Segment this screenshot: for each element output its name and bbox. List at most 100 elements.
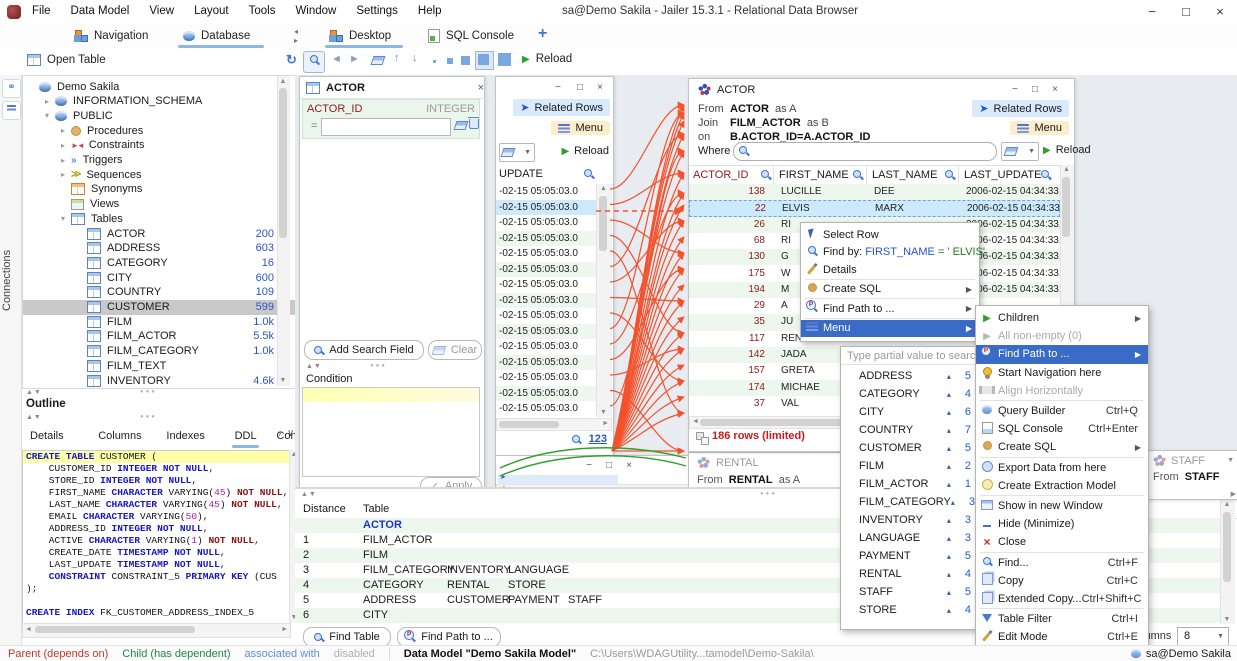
tables-popup-item-staff[interactable]: STAFF▴5 bbox=[841, 583, 977, 601]
panel-splitter-arrows[interactable]: ▲▼ bbox=[306, 363, 322, 370]
staff-titlebar[interactable]: STAFF▼ bbox=[1146, 451, 1237, 467]
menu-item-select-row[interactable]: Select Row bbox=[801, 226, 979, 244]
timestamp-row[interactable]: -02-15 05:05:03.0 bbox=[496, 324, 596, 340]
tab-desktop[interactable]: Desktop bbox=[330, 26, 391, 46]
timestamp-row[interactable]: -02-15 05:05:03.0 bbox=[496, 246, 596, 262]
zoom-level-2-button[interactable] bbox=[447, 58, 453, 64]
tab-indexes[interactable]: Indexes bbox=[166, 430, 205, 442]
tree-item-country[interactable]: COUNTRY109 bbox=[23, 285, 296, 300]
table-search-input[interactable]: Type partial value to search bbox=[841, 347, 977, 365]
tables-popup-item-language[interactable]: LANGUAGE▴3 bbox=[841, 529, 977, 547]
closure-splitter-grip[interactable]: ●●● bbox=[760, 491, 777, 497]
mid-table-header[interactable]: UPDATE bbox=[496, 165, 613, 185]
timestamp-row[interactable]: -02-15 05:05:03.0 bbox=[496, 262, 596, 278]
list-panel-button[interactable] bbox=[2, 101, 21, 120]
close-button[interactable]: × bbox=[1203, 0, 1237, 24]
ddl-hscrollbar[interactable]: ◄ ► bbox=[22, 623, 291, 638]
tables-popup-item-country[interactable]: COUNTRY▴7 bbox=[841, 421, 977, 439]
submenu-item-find-[interactable]: Find...Ctrl+F bbox=[976, 554, 1148, 572]
table-row[interactable]: 138LUCILLEDEE2006-02-15 04:34:33. bbox=[689, 184, 1060, 200]
tables-popup-item-city[interactable]: CITY▴6 bbox=[841, 403, 977, 421]
maximize-icon[interactable]: □ bbox=[606, 460, 612, 471]
close-icon[interactable]: × bbox=[597, 82, 603, 93]
menu-item-menu[interactable]: Menu▶ bbox=[801, 320, 979, 338]
delete-field-button[interactable] bbox=[469, 119, 479, 132]
open-table-button[interactable]: Open Table bbox=[27, 54, 106, 66]
tree-item-synonyms[interactable]: Synonyms bbox=[23, 182, 296, 197]
submenu-item-extended-copy-[interactable]: Extended Copy...Ctrl+Shift+C bbox=[976, 590, 1148, 608]
submenu-item-query-builder[interactable]: Query BuilderCtrl+Q bbox=[976, 402, 1148, 420]
tree-item-actor[interactable]: ACTOR200 bbox=[23, 226, 296, 241]
menubar-item-file[interactable]: File bbox=[22, 0, 61, 21]
column-header-update[interactable]: UPDATE bbox=[499, 168, 543, 180]
menubar-item-layout[interactable]: Layout bbox=[184, 0, 239, 21]
splitter-grip[interactable]: ●●● bbox=[140, 389, 157, 395]
move-down-button[interactable]: ↓ bbox=[412, 52, 418, 64]
menubar-item-settings[interactable]: Settings bbox=[346, 0, 408, 21]
column-search-icon[interactable] bbox=[1041, 170, 1050, 179]
tree-item-views[interactable]: Views bbox=[23, 197, 296, 212]
tree-item-address[interactable]: ADDRESS603 bbox=[23, 241, 296, 256]
erase-button[interactable] bbox=[372, 56, 384, 68]
related-rows-button[interactable]: ➤Related Rows bbox=[972, 100, 1069, 117]
tables-popup-item-category[interactable]: CATEGORY▴4 bbox=[841, 385, 977, 403]
reload-button[interactable]: ▶Reload bbox=[561, 145, 609, 157]
closure-vscrollbar[interactable]: ▲▼ bbox=[1220, 500, 1234, 624]
zoom-level-4-button[interactable] bbox=[475, 51, 494, 70]
search-value-input[interactable] bbox=[321, 118, 451, 136]
minimize-icon[interactable]: − bbox=[1012, 84, 1018, 95]
actor-titlebar[interactable]: ACTOR bbox=[689, 79, 1083, 100]
timestamp-row[interactable]: -02-15 05:05:03.0 bbox=[496, 277, 596, 293]
tables-popup-item-inventory[interactable]: INVENTORY▴3 bbox=[841, 511, 977, 529]
tables-popup-item-store[interactable]: STORE▴4 bbox=[841, 601, 977, 619]
menubar-item-help[interactable]: Help bbox=[408, 0, 452, 21]
column-header-distance[interactable]: Distance bbox=[303, 503, 346, 515]
panel-splitter-grip[interactable]: ●●● bbox=[370, 363, 387, 369]
timestamp-row[interactable]: -02-15 05:05:03.0 bbox=[496, 355, 596, 371]
column-search-icon[interactable] bbox=[945, 170, 954, 179]
pane-splitter-arrows[interactable]: ◂▸ bbox=[294, 27, 298, 45]
column-header-table[interactable]: Table bbox=[363, 503, 389, 515]
tab-ddl[interactable]: DDL bbox=[235, 430, 257, 442]
submenu-item-children[interactable]: ▶Children▶ bbox=[976, 309, 1148, 327]
erase-field-button[interactable] bbox=[455, 121, 467, 133]
zoom-level-5-button[interactable] bbox=[498, 53, 511, 66]
tables-popup-item-payment[interactable]: PAYMENT▴5 bbox=[841, 547, 977, 565]
splitter-collapse-arrows[interactable]: ▲▼ bbox=[26, 389, 42, 396]
menu-button[interactable]: Menu bbox=[1010, 121, 1069, 135]
submenu-item-start-navigation-here[interactable]: Start Navigation here bbox=[976, 364, 1148, 382]
tree-item-film_text[interactable]: FILM_TEXT bbox=[23, 358, 296, 373]
timestamp-row[interactable]: -02-15 05:05:03.0 bbox=[496, 401, 596, 417]
maximize-icon[interactable]: □ bbox=[1032, 84, 1038, 95]
submenu-item-all-non-empty-[interactable]: ▶All non-empty (0) bbox=[976, 327, 1148, 345]
tab-database[interactable]: Database bbox=[183, 26, 250, 46]
tab-sql-console[interactable]: SQL Console bbox=[428, 26, 514, 46]
submenu-item-find-path-to-[interactable]: Find Path to ...▶ bbox=[976, 345, 1148, 363]
column-search-icon[interactable] bbox=[853, 170, 862, 179]
closure-splitter-arrows[interactable]: ▲▼ bbox=[301, 491, 317, 498]
connections-label[interactable]: Connections bbox=[1, 235, 19, 325]
submenu-item-sql-console[interactable]: SQL ConsoleCtrl+Enter bbox=[976, 420, 1148, 438]
timestamp-row[interactable]: -02-15 05:05:03.0 bbox=[496, 231, 596, 247]
where-erase-combo[interactable]: ▼ bbox=[499, 143, 535, 162]
tables-popup-item-customer[interactable]: CUSTOMER▴5 bbox=[841, 439, 977, 457]
column-search-icon[interactable] bbox=[584, 169, 593, 178]
tree-item-sequences[interactable]: ▸≫Sequences bbox=[23, 167, 296, 182]
tree-item-public[interactable]: ▾PUBLIC bbox=[23, 108, 296, 123]
connection-status[interactable]: sa@Demo Sakila bbox=[1131, 648, 1231, 660]
tables-popup-item-address[interactable]: ADDRESS▴5 bbox=[841, 367, 977, 385]
outline-splitter-arrows[interactable]: ▲▼ bbox=[26, 414, 42, 421]
back-button[interactable]: ◄ bbox=[331, 53, 342, 65]
menu-item-find-path-to-[interactable]: Find Path to ...▶ bbox=[801, 300, 979, 318]
tabs-dropdown-icon[interactable]: ∨ bbox=[287, 428, 294, 439]
table-row[interactable]: 22ELVISMARX2006-02-15 04:34:33. bbox=[689, 200, 1060, 216]
tree-scrollbar[interactable]: ▲▼ bbox=[277, 76, 289, 386]
columns-select[interactable]: 8▼ bbox=[1177, 627, 1229, 645]
timestamp-row[interactable]: -02-15 05:05:03.0 bbox=[496, 386, 596, 402]
zoom-search-button[interactable] bbox=[303, 51, 325, 73]
tree-item-procedures[interactable]: ▸Procedures bbox=[23, 123, 296, 138]
zoom-level-3-button[interactable] bbox=[461, 56, 470, 65]
tab-columns[interactable]: Columns bbox=[98, 430, 141, 442]
where-input[interactable] bbox=[733, 142, 997, 161]
tables-popup-item-film[interactable]: FILM▴2 bbox=[841, 457, 977, 475]
